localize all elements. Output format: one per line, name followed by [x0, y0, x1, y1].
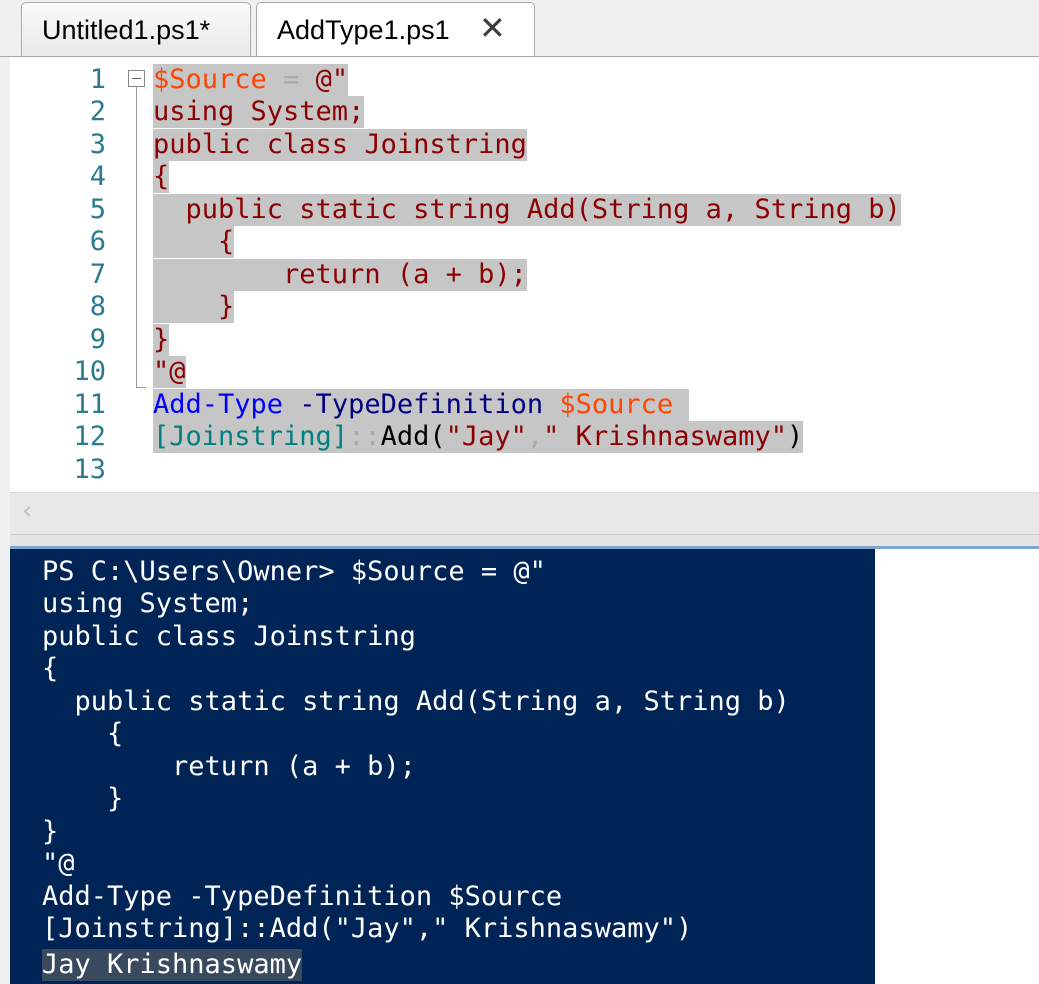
line-number: 1	[89, 64, 106, 95]
fold-guide	[136, 87, 137, 387]
code-line-2: using System;	[153, 96, 365, 128]
tab-label: AddType1.ps1	[277, 15, 450, 45]
code-line-11: Add-Type -TypeDefinition $Source	[153, 389, 690, 421]
tab-untitled1[interactable]: Untitled1.ps1*	[21, 2, 251, 57]
code-line-9: }	[153, 324, 170, 356]
line-number: 4	[89, 161, 106, 192]
collapse-region-icon[interactable]	[128, 70, 145, 87]
console-line: public class Joinstring	[42, 621, 416, 652]
tab-label: Untitled1.ps1*	[42, 15, 211, 45]
tab-strip: Untitled1.ps1* AddType1.ps1 ✕	[0, 0, 1039, 58]
console-pane[interactable]: PS C:\Users\Owner> $Source = @" using Sy…	[10, 549, 875, 984]
console-line: {	[42, 718, 124, 749]
script-editor[interactable]: 1 2 3 4 5 6 7 8 9 10 11 12 13 $Source = …	[10, 57, 1039, 492]
line-number: 6	[89, 226, 106, 257]
code-line-7: return (a + b);	[153, 259, 527, 291]
close-icon[interactable]: ✕	[479, 9, 506, 47]
line-number: 10	[73, 356, 106, 387]
line-number: 7	[89, 259, 106, 290]
token-operator: =	[266, 64, 316, 95]
console-line: public static string Add(String a, Strin…	[42, 686, 790, 717]
console-line: }	[42, 783, 124, 814]
code-line-5: public static string Add(String a, Strin…	[153, 194, 901, 226]
console-blank-area	[875, 549, 1039, 984]
code-line-4: {	[153, 161, 170, 193]
console-line: "@	[42, 848, 75, 879]
token-member: Add(	[380, 421, 446, 452]
token-operator: ::	[348, 421, 381, 452]
horizontal-scrollbar[interactable]: ‹	[10, 492, 1039, 535]
console-line: }	[42, 816, 59, 847]
line-number: 5	[89, 194, 106, 225]
code-line-3: public class Joinstring	[153, 129, 527, 161]
line-number: 11	[73, 389, 106, 420]
code-line-6: {	[153, 226, 235, 258]
token-string: @"	[315, 64, 349, 95]
line-number: 3	[89, 129, 106, 160]
fold-guide-end	[136, 387, 146, 388]
line-number: 2	[89, 96, 106, 127]
code-line-12: [Joinstring]::Add("Jay"," Krishnaswamy")	[153, 421, 804, 453]
line-number: 9	[89, 324, 106, 355]
token-variable: $Source	[153, 64, 267, 95]
console-line: PS C:\Users\Owner> $Source = @"	[42, 556, 546, 587]
token-operator: ,	[526, 421, 544, 452]
line-number: 12	[73, 421, 106, 452]
console-line: Add-Type -TypeDefinition $Source	[42, 881, 563, 912]
token-string: "Jay"	[445, 421, 527, 452]
tab-addtype1[interactable]: AddType1.ps1 ✕	[256, 2, 535, 58]
code-line-8: }	[153, 291, 235, 323]
console-output: Jay Krishnaswamy	[42, 949, 303, 981]
code-line-10: "@	[153, 356, 186, 388]
token-parameter: -TypeDefinition	[283, 389, 544, 420]
console-line: using System;	[42, 588, 254, 619]
scroll-left-icon[interactable]: ‹	[22, 496, 32, 526]
token-paren: )	[787, 421, 804, 452]
code-line-1: $Source = @"	[153, 64, 349, 96]
token-variable: $Source	[543, 389, 674, 420]
token-type: [Joinstring]	[153, 421, 349, 452]
line-number: 13	[73, 454, 106, 485]
console-line: {	[42, 653, 59, 684]
console-line: [Joinstring]::Add("Jay"," Krishnaswamy")	[42, 913, 693, 944]
line-number: 8	[89, 291, 106, 322]
token-string: " Krishnaswamy"	[543, 421, 788, 452]
console-line: return (a + b);	[42, 751, 416, 782]
token-command: Add-Type	[153, 389, 284, 420]
